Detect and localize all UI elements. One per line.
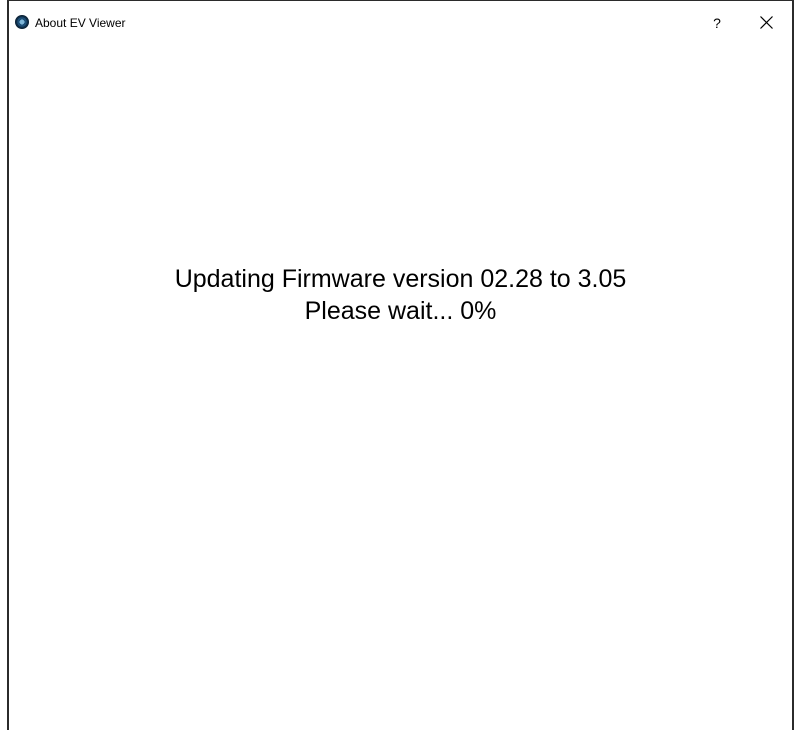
close-button[interactable] — [751, 10, 781, 36]
firmware-update-message: Updating Firmware version 02.28 to 3.05 … — [9, 263, 792, 327]
title-bar[interactable]: About EV Viewer ? — [9, 1, 792, 45]
close-icon — [759, 16, 773, 29]
help-button[interactable]: ? — [703, 10, 731, 36]
update-status-text: Updating Firmware version 02.28 to 3.05 — [174, 265, 627, 293]
progress-text: Please wait... 0% — [304, 297, 497, 325]
app-icon — [15, 15, 29, 29]
window-title: About EV Viewer — [35, 16, 126, 30]
about-dialog-window: About EV Viewer ? Updating Firmware vers… — [7, 0, 794, 730]
